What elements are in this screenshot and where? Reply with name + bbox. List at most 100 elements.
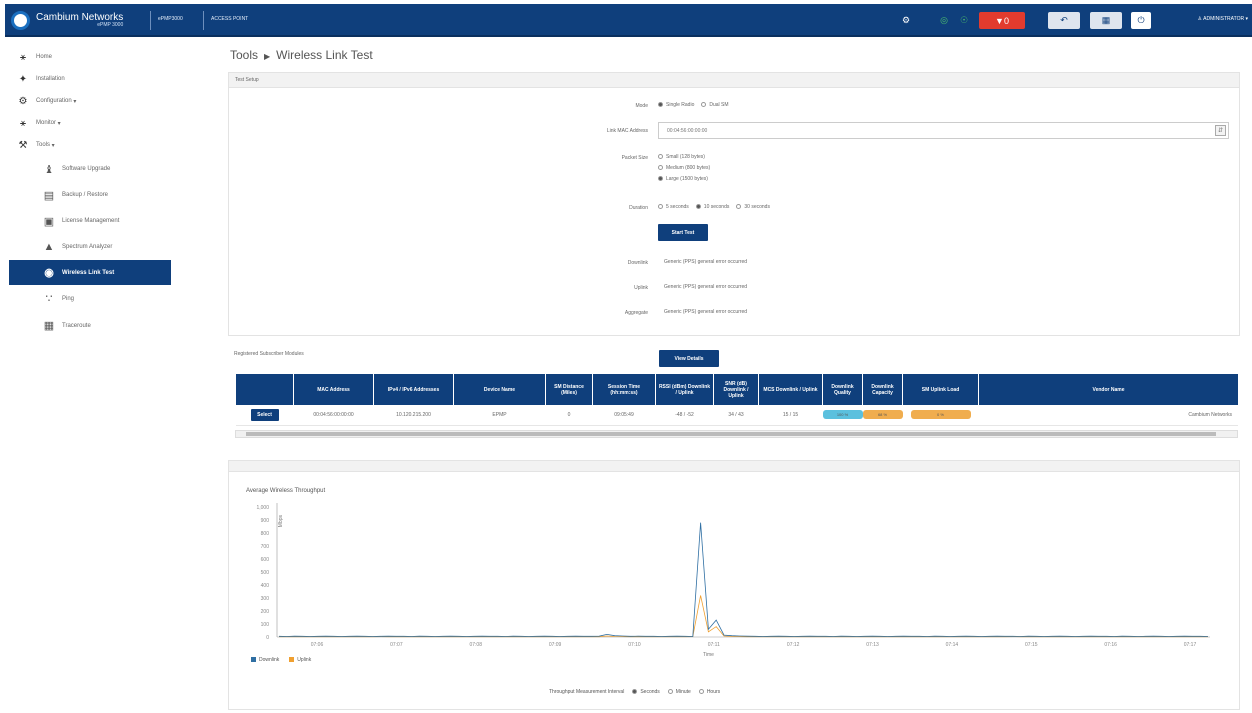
power-icon[interactable]: ⏻ [1131,12,1151,29]
column-header[interactable]: RSSI (dBm) Downlink / Uplink [655,374,714,405]
breadcrumb-root[interactable]: Tools [230,48,258,62]
downlink-label: Downlink [627,260,648,266]
chevron-down-icon: ⇵ [1215,125,1226,136]
radio-icon [658,165,663,171]
mode-label: Mode [635,103,648,109]
packet-option-large[interactable]: Large (1500 bytes) [658,176,708,182]
save-button[interactable]: ▦ [1090,12,1122,29]
chart-panel-heading [229,461,1239,472]
cell-mac: 00:04:56:00:00:00 [293,405,374,426]
radio-icon [658,154,663,160]
view-details-button[interactable]: View Details [659,350,719,367]
duration-option-30[interactable]: 30 seconds [736,204,770,210]
sidebar-item-wireless-link-test[interactable]: ◉ Wireless Link Test [9,260,171,285]
x-tick-label: 07:17 [1184,642,1197,648]
sidebar-item-license-management[interactable]: ▣ License Management [9,208,171,234]
capacity-badge: 68 % [862,410,903,420]
select-button[interactable]: Select [250,408,279,421]
interval-option-seconds[interactable]: Seconds [632,689,660,695]
quality-badge: 100 % [822,410,863,420]
radio-selected-icon [658,176,663,182]
breadcrumb: Tools ▶ Wireless Link Test [230,48,373,62]
interval-radio-group: Throughput Measurement Interval Seconds … [549,689,720,695]
column-header[interactable]: IPv4 / IPv6 Addresses [373,374,454,405]
y-tick-label: 700 [261,544,270,550]
column-header[interactable]: SNR (dB) Downlink / Uplink [713,374,759,405]
column-header[interactable]: SM Distance (Miles) [545,374,593,405]
scrollbar-thumb[interactable] [246,432,1216,436]
interval-option-minute[interactable]: Minute [667,689,691,695]
packet-option-small[interactable]: Small (128 bytes) [658,154,705,160]
sidebar-item-home[interactable]: ⚹ Home [9,46,171,68]
interval-option-hours[interactable]: Hours [698,689,720,695]
aggregate-label: Aggregate [624,310,648,316]
legend-item-uplink[interactable]: Uplink [289,657,311,663]
alerts-button[interactable]: ▼ 0 [979,12,1025,29]
column-header[interactable]: Downlink Quality [822,374,863,405]
column-header[interactable]: MAC Address [293,374,374,405]
column-header [235,374,294,405]
sidebar-item-tools[interactable]: ⚒ Tools ▾ [9,134,171,156]
page-title: Wireless Link Test [276,48,373,62]
brand-logo-area[interactable]: Cambium Networks ePMP 3000 [11,8,123,33]
mode-option-single[interactable]: Single Radio [658,102,694,108]
column-header[interactable]: MCS Downlink / Uplink [758,374,823,405]
chart-title: Average Wireless Throughput [246,488,326,494]
notification-bell-icon[interactable]: ⚙ [898,12,914,29]
radio-icon [658,204,663,210]
breadcrumb-separator-icon: ▶ [264,52,271,61]
uplink-result: Generic (PPS) general error occurred [664,284,748,290]
downlink-series-line [278,522,1209,637]
y-tick-label: 900 [261,518,270,524]
backup-icon: ▤ [43,189,55,202]
column-header[interactable]: SM Uplink Load [902,374,979,405]
x-tick-label: 07:13 [866,642,879,648]
duration-option-5[interactable]: 5 seconds [658,204,689,210]
column-header[interactable]: Downlink Capacity [862,374,903,405]
sidebar-item-spectrum-analyzer[interactable]: ▲ Spectrum Analyzer [9,234,171,260]
table-row: Select 00:04:56:00:00:00 10.120.215.200 … [235,405,1238,426]
start-test-button[interactable]: Start Test [658,224,708,241]
y-tick-label: 0 [266,635,269,641]
sidebar-item-configuration[interactable]: ⚙ Configuration ▾ [9,90,171,112]
cambium-logo-icon [11,11,30,30]
gear-icon: ⚙ [18,95,28,107]
packet-option-medium[interactable]: Medium (800 bytes) [658,165,710,171]
cell-device-name: EPMP [453,405,546,426]
sidebar-item-monitor[interactable]: ⚹ Monitor ▾ [9,112,171,134]
column-header[interactable]: Vendor Name [978,374,1238,405]
table-header-row: MAC Address IPv4 / IPv6 Addresses Device… [235,374,1238,405]
table-horizontal-scrollbar[interactable] [235,430,1238,438]
duration-option-10[interactable]: 10 seconds [695,204,729,210]
shield-status-icon[interactable]: ☉ [957,12,971,29]
sidebar-item-ping[interactable]: ∵ Ping [9,285,171,312]
load-badge: 0 % [910,410,971,420]
cell-distance: 0 [545,405,593,426]
chart-legend: Downlink Uplink [251,657,311,663]
x-tick-label: 07:16 [1104,642,1117,648]
sidebar-item-installation[interactable]: ✦ Installation [9,68,171,90]
column-header[interactable]: Device Name [453,374,546,405]
gps-status-icon[interactable]: ◎ [937,12,951,29]
device-role-label: ACCESS POINT [211,16,249,22]
radio-icon [698,689,704,695]
x-tick-label: 07:14 [946,642,959,648]
aggregate-result: Generic (PPS) general error occurred [664,309,748,315]
user-menu[interactable]: ♙ ADMINISTRATOR ▾ [1198,16,1248,22]
x-tick-label: 07:15 [1025,642,1038,648]
throughput-chart: 1,000 900 800 700 600 500 400 300 200 100 0 Mbps 07:… [256,503,1210,658]
y-tick-label: 800 [261,531,270,537]
sidebar-item-backup-restore[interactable]: ▤ Backup / Restore [9,182,171,208]
subscriber-table: MAC Address IPv4 / IPv6 Addresses Device… [235,374,1238,426]
sidebar-item-software-upgrade[interactable]: ♝ Software Upgrade [9,156,171,182]
mode-option-dual[interactable]: Dual SM [701,102,729,108]
cell-ip: 10.120.215.200 [373,405,454,426]
undo-button[interactable]: ↶ [1048,12,1080,29]
radio-icon [736,204,742,210]
radio-selected-icon [658,102,663,108]
sidebar-item-traceroute[interactable]: ▦ Traceroute [9,312,171,339]
column-header[interactable]: Session Time (hh:mm:ss) [592,374,656,405]
legend-item-downlink[interactable]: Downlink [251,657,279,663]
packet-size-radio-group: Small (128 bytes) Medium (800 bytes) Lar… [658,154,710,182]
mac-address-select[interactable]: 00:04:56:00:00:00 ⇵ [658,122,1229,139]
